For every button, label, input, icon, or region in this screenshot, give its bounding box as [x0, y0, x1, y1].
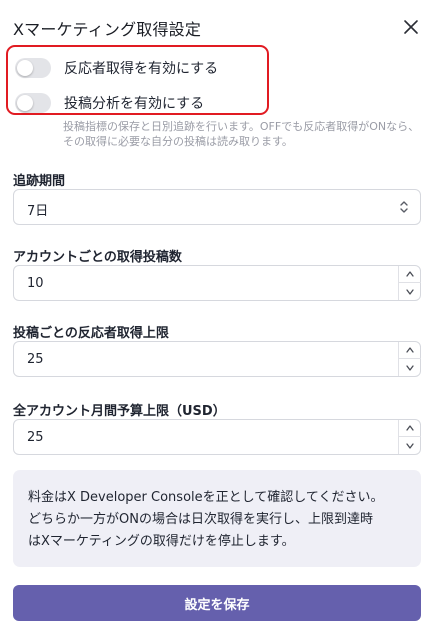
stepper-down-icon[interactable] — [399, 437, 421, 454]
toggle-row-post-analysis: 投稿分析を有効にする — [15, 92, 204, 114]
note-line: どちらか一方がONの場合は日次取得を実行し、上限到達時 — [28, 512, 373, 527]
responders-toggle-label: 反応者取得を有効にする — [64, 61, 219, 77]
number-stepper — [398, 342, 421, 376]
responders-per-post-value: 25 — [27, 352, 44, 367]
monthly-budget-input[interactable]: 25 — [13, 419, 421, 455]
post-analysis-toggle-label: 投稿分析を有効にする — [64, 96, 205, 112]
stepper-up-icon[interactable] — [399, 266, 421, 283]
responders-per-post-input[interactable]: 25 — [13, 341, 421, 377]
save-settings-button[interactable]: 設定を保存 — [13, 585, 421, 621]
note-line: はXマーケティングの取得だけを停止します。 — [28, 534, 295, 549]
stepper-down-icon[interactable] — [399, 283, 421, 300]
stepper-up-icon[interactable] — [399, 342, 421, 359]
number-stepper — [398, 266, 421, 300]
monthly-budget-label: 全アカウント月間予算上限（USD） — [13, 404, 226, 419]
chevron-updown-icon — [398, 198, 410, 220]
posts-per-account-value: 10 — [27, 276, 44, 291]
responders-toggle[interactable] — [15, 58, 51, 78]
toggle-knob — [17, 95, 33, 111]
pricing-note: 料金はX Developer Consoleを正として確認してください。 どちら… — [13, 470, 421, 567]
post-analysis-toggle[interactable] — [15, 93, 51, 113]
tracking-period-value: 7日 — [27, 204, 49, 219]
posts-per-account-input[interactable]: 10 — [13, 265, 421, 301]
close-icon[interactable] — [398, 14, 424, 40]
toggle-row-responders: 反応者取得を有効にする — [15, 57, 218, 79]
help-text: 投稿指標の保存と日別追跡を行います。OFFでも反応者取得がONなら、その取得に必… — [63, 120, 420, 148]
monthly-budget-value: 25 — [27, 430, 44, 445]
stepper-up-icon[interactable] — [399, 420, 421, 437]
tracking-period-label: 追跡期間 — [13, 174, 66, 189]
posts-per-account-label: アカウントごとの取得投稿数 — [13, 250, 182, 265]
note-line: 料金はX Developer Consoleを正として確認してください。 — [28, 490, 384, 505]
responders-per-post-label: 投稿ごとの反応者取得上限 — [13, 326, 169, 341]
number-stepper — [398, 420, 421, 454]
stepper-down-icon[interactable] — [399, 359, 421, 376]
toggle-knob — [17, 60, 33, 76]
tracking-period-select[interactable]: 7日 — [13, 189, 421, 225]
dialog-title: Xマーケティング取得設定 — [13, 20, 202, 39]
